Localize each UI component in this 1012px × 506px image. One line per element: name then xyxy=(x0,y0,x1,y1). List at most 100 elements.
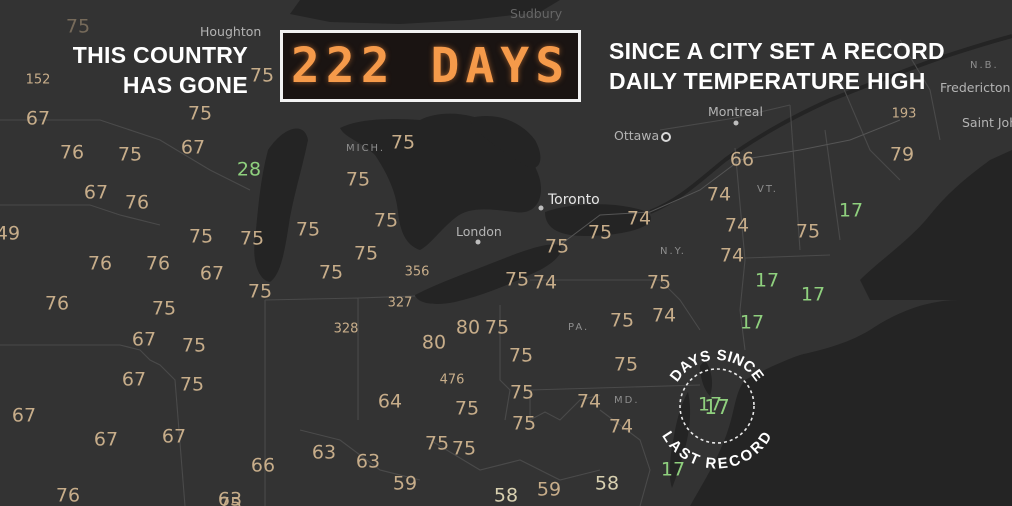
days-since-record-value: 66 xyxy=(250,454,276,477)
city-label: London xyxy=(456,224,502,239)
city-label: Ottawa xyxy=(614,128,660,143)
days-since-record-value: 59 xyxy=(392,472,418,495)
days-since-record-value: 75 xyxy=(454,397,480,420)
days-since-record-value: 75 xyxy=(345,168,371,191)
temperature-record-map[interactable]: Houghton Montreal Ottawa Toronto London Frede… xyxy=(0,0,1012,506)
city-label: Montreal xyxy=(708,104,763,119)
days-since-record-value: 67 xyxy=(25,107,51,130)
city-label: Fredericton xyxy=(940,80,1011,95)
days-since-record-value: 64 xyxy=(377,390,403,413)
state-label: N.B. xyxy=(970,60,999,71)
days-since-record-value: 17 xyxy=(739,311,765,334)
city-label: Toronto xyxy=(548,192,600,208)
days-since-record-value: 75 xyxy=(187,102,213,125)
city-label: Sudbury xyxy=(510,6,563,21)
days-since-record-value: 75 xyxy=(451,437,477,460)
days-since-record-value: 75 xyxy=(181,334,207,357)
days-since-record-value: 17 xyxy=(838,199,864,222)
days-since-record-value: 74 xyxy=(608,415,634,438)
days-since-record-value: 75 xyxy=(544,235,570,258)
days-since-record-value: 76 xyxy=(55,484,81,506)
days-since-record-value: 74 xyxy=(576,390,602,413)
days-since-record-value: 75 xyxy=(795,220,821,243)
days-since-record-value: 75 xyxy=(353,242,379,265)
days-since-record-value: 75 xyxy=(509,381,535,404)
state-label: N.Y. xyxy=(660,246,686,257)
days-since-record-value: 17 xyxy=(800,283,826,306)
days-since-record-value: 67 xyxy=(121,368,147,391)
days-since-record-value: 75 xyxy=(179,373,205,396)
days-since-badge: DAYS SINCE LAST RECORD 17 xyxy=(657,334,777,474)
headline-right: SINCE A CITY SET A RECORD DAILY TEMPERAT… xyxy=(609,36,945,96)
days-since-record-value: 17 xyxy=(754,269,780,292)
days-since-record-value: 80 xyxy=(421,331,447,354)
days-since-record-value: 75 xyxy=(373,209,399,232)
days-since-record-value: 74 xyxy=(719,244,745,267)
days-since-record-value: 74 xyxy=(532,271,558,294)
badge-bottom-text: LAST RECORD xyxy=(658,428,775,472)
days-since-record-value: 28 xyxy=(236,158,262,181)
days-since-record-value: 75 xyxy=(318,261,344,284)
days-since-record-value: 76 xyxy=(124,191,150,214)
days-since-record-value: 193 xyxy=(891,106,917,122)
days-since-record-value: 75 xyxy=(484,316,510,339)
days-since-record-value: 63 xyxy=(311,441,337,464)
days-since-record-value: 75 xyxy=(239,227,265,250)
city-label: Houghton xyxy=(200,24,262,39)
city-label: Saint Joh xyxy=(962,115,1012,130)
svg-text:LAST RECORD: LAST RECORD xyxy=(658,428,775,472)
days-since-record-value: 79 xyxy=(889,143,915,166)
days-since-record-value: 75 xyxy=(65,15,91,38)
days-since-record-value: 356 xyxy=(404,264,430,280)
days-since-record-value: 75 xyxy=(117,143,143,166)
days-since-record-value: 75 xyxy=(295,218,321,241)
days-since-record-value: 75 xyxy=(511,412,537,435)
headline-right-line2: DAILY TEMPERATURE HIGH xyxy=(609,68,926,94)
days-since-record-value: 327 xyxy=(387,295,413,311)
city-dot xyxy=(661,132,671,142)
days-since-record-value: 76 xyxy=(59,141,85,164)
days-since-record-value: 49 xyxy=(0,222,21,245)
days-since-record-value: 75 xyxy=(247,280,273,303)
days-since-record-value: 75 xyxy=(504,268,530,291)
days-since-record-value: 75 xyxy=(587,221,613,244)
days-since-record-value: 74 xyxy=(651,304,677,327)
days-since-record-value: 59 xyxy=(536,478,562,501)
days-since-record-value: 75 xyxy=(613,353,639,376)
days-since-record-value: 75 xyxy=(609,309,635,332)
headline-right-line1: SINCE A CITY SET A RECORD xyxy=(609,38,945,64)
days-since-record-value: 75 xyxy=(424,432,450,455)
days-since-record-value: 76 xyxy=(87,252,113,275)
badge-top-text: DAYS SINCE xyxy=(667,347,767,385)
days-since-record-value: 67 xyxy=(93,428,119,451)
days-since-record-value: 152 xyxy=(25,72,51,88)
city-dot xyxy=(733,120,739,126)
badge-value: 17 xyxy=(704,395,730,419)
days-since-record-value: 67 xyxy=(131,328,157,351)
svg-text:DAYS SINCE: DAYS SINCE xyxy=(667,347,768,385)
days-since-record-value: 67 xyxy=(11,404,37,427)
days-since-record-value: 75 xyxy=(646,271,672,294)
days-since-record-value: 66 xyxy=(729,148,755,171)
state-label: MD. xyxy=(614,395,640,406)
days-since-record-value: 67 xyxy=(83,181,109,204)
days-since-record-value: 67 xyxy=(161,425,187,448)
days-since-record-value: 58 xyxy=(493,484,519,506)
days-since-record-value: 67 xyxy=(199,262,225,285)
days-since-record-value: 76 xyxy=(145,252,171,275)
days-since-record-value: 75 xyxy=(188,225,214,248)
days-since-record-value: 63 xyxy=(355,450,381,473)
days-since-record-value: 476 xyxy=(439,372,465,388)
city-dot xyxy=(538,205,544,211)
state-label: MICH. xyxy=(346,143,386,154)
days-since-record-value: 80 xyxy=(455,316,481,339)
days-since-record-value: 74 xyxy=(626,207,652,230)
days-counter-panel: 222 DAYS xyxy=(280,30,581,102)
city-dot xyxy=(475,239,481,245)
days-since-record-value: 75 xyxy=(151,297,177,320)
headline-left: THIS COUNTRY HAS GONE xyxy=(58,40,248,100)
days-since-record-value: 63 xyxy=(217,488,243,506)
state-label: VT. xyxy=(757,184,778,195)
days-counter: 222 DAYS xyxy=(290,38,571,94)
days-since-record-value: 67 xyxy=(180,136,206,159)
